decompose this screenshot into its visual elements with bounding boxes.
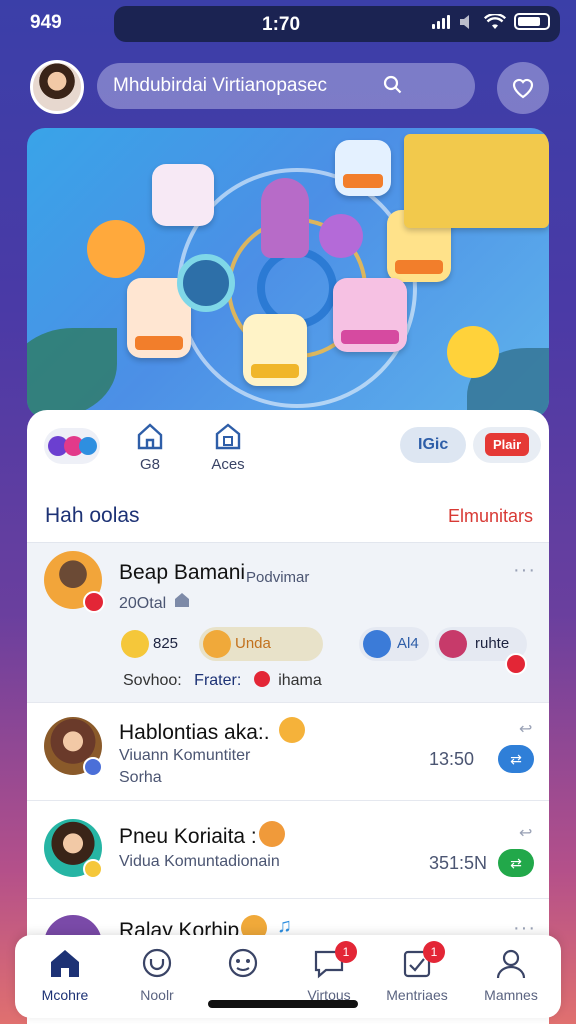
mute-icon [460,14,469,29]
wifi-icon [484,13,506,29]
app-logo-icon[interactable] [44,428,100,464]
featured-list-item[interactable]: Beap Bamani Podvimar 20Otal ··· 825 Unda… [27,542,549,702]
app-tile [333,278,407,352]
item-time: 351:5N [429,853,488,873]
app-tile [243,314,307,386]
orange-slice-icon [87,220,145,278]
reaction-pill[interactable]: Unda [199,627,323,661]
section-link[interactable]: Elmunitars [448,506,533,527]
face-icon [228,948,258,978]
nav-badge: 1 [423,941,445,963]
home-tab-icon [137,423,163,450]
reaction-pill[interactable]: Al4 [359,627,429,661]
signal-icon [432,14,450,29]
tab-label: G8 [139,456,160,473]
tab-aces[interactable]: Aces [205,422,251,473]
pill-label: ruhte [475,635,510,652]
app-tile [152,164,214,226]
status-icons [432,13,550,30]
house-small-icon [175,593,189,607]
tab-bar: G8 Aces IGic Plair [27,410,549,490]
nav-mentriaes[interactable]: Mentriaes 1 [373,941,461,1003]
nav-label: Noolr [140,987,174,1003]
nav-label: Mentriaes [386,987,448,1003]
nav-label: Mamnes [484,987,538,1003]
item-meta: Sovhoo: Frater: ihama [123,671,322,689]
status-bar: 949 1:70 [0,0,576,48]
chip-plair-label: Plair [485,433,530,456]
chip-igic[interactable]: IGic [400,427,467,463]
nav-mamnes[interactable]: Mamnes [467,947,555,1003]
item-name: Beap Bamani [119,561,246,584]
action-button[interactable]: ⇄ [498,745,534,773]
pill-label: Al4 [397,635,419,652]
status-time: 1:70 [262,14,301,35]
nav-emoji[interactable] [199,947,287,987]
person-icon [496,949,526,979]
smile-emoji-icon [447,326,499,378]
item-time: 13:50 [429,749,475,769]
pill-label: Unda [235,635,271,652]
nav-badge: 1 [335,941,357,963]
video-panel [404,134,549,228]
sparkle-icon [319,214,363,258]
status-left-text: 949 [30,12,62,33]
emoji-icon [259,821,285,847]
item-line2: Sorha [119,769,162,786]
home-indicator[interactable] [208,1000,358,1008]
nav-noolr[interactable]: Noolr [113,947,201,1003]
item-subtitle: 20Otal [119,595,167,612]
music-icon [363,630,391,658]
emoji-icon [121,630,149,658]
emoji-icon [439,630,467,658]
item-name: Pneu Koriaita : [119,825,257,848]
item-line1: Viuann Komuntiter [119,747,251,764]
nav-virtous[interactable]: Virtous 1 [285,941,373,1003]
tab-g8[interactable]: G8 [127,422,173,473]
more-options-icon[interactable]: ··· [513,559,536,582]
item-line1-text: Vidua Komuntadionain [119,853,280,870]
house-tab-icon [215,423,241,450]
item-name: Hablontias aka:. [119,721,270,744]
hero-banner[interactable] [27,128,549,418]
search-bar[interactable]: Mhdubirdai Virtianopasec [97,63,475,109]
content-card: G8 Aces IGic Plair Hah oolas Elmunitars … [27,410,549,1024]
list-item[interactable]: Pneu Koriaita : Vidua Komuntadionain 351… [27,800,549,898]
home-icon [51,950,79,977]
app-tile [335,140,391,196]
emoji-icon [203,630,231,658]
item-tag: Podvimar [246,569,310,586]
avatar-status-badge [83,859,103,879]
emoji-icon [279,717,305,743]
action-button[interactable]: ⇄ [498,849,534,877]
character-figure [261,178,309,258]
item-line1: Vidua Komuntadionain [119,853,280,871]
reaction-pill[interactable]: 825 [117,627,195,661]
favorites-button[interactable] [497,62,549,114]
top-header: Mhdubirdai Virtianopasec [0,60,576,116]
spinner-icon [177,254,235,312]
nav-label: Mcohre [41,987,89,1003]
nav-home[interactable]: Mcohre [21,947,109,1003]
heart-icon [512,78,534,99]
list-item[interactable]: Hablontias aka:. Viuann Komuntiter Sorha… [27,702,549,800]
battery-icon [514,13,550,30]
reply-icon[interactable]: ↩ [519,823,533,843]
tab-label: Aces [211,456,245,473]
search-icon[interactable] [383,75,403,95]
avatar-status-badge [83,757,103,777]
chip-plair[interactable]: Plair [473,427,542,463]
notification-dot [505,653,527,675]
shield-smile-icon [142,948,172,978]
reply-icon[interactable]: ↩ [519,719,533,739]
profile-avatar[interactable] [30,60,84,114]
section-title: Hah oolas [45,504,140,527]
leaf-decoration [27,328,117,418]
pill-label: 825 [153,635,179,652]
search-placeholder: Mhdubirdai Virtianopasec [113,75,328,96]
avatar-status-badge [83,591,105,613]
